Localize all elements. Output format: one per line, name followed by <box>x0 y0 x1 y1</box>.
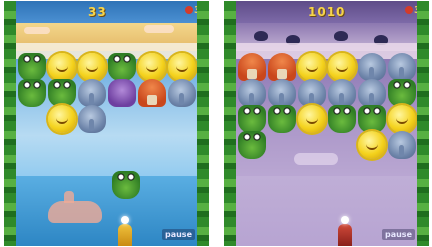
mush-bubble <box>238 53 266 81</box>
vine-left-border <box>4 1 16 246</box>
pause-button[interactable]: pause <box>381 229 415 240</box>
ele-bubble <box>358 79 386 107</box>
sun-bubble <box>388 105 416 133</box>
ele-bubble <box>328 79 356 107</box>
sun-bubble <box>78 53 106 81</box>
heart-icon <box>405 6 414 14</box>
sun-bubble <box>168 53 196 81</box>
submarine-decoration <box>48 191 102 223</box>
ele-bubble <box>358 53 386 81</box>
cloud-decoration <box>24 27 50 34</box>
sun-bubble <box>138 53 166 81</box>
purp-bubble <box>108 79 136 107</box>
hud-bar: 1010 3 <box>224 1 429 23</box>
ele-bubble <box>78 105 106 133</box>
ele-bubble <box>268 79 296 107</box>
vine-left-border <box>224 1 236 246</box>
vine-right-border <box>197 1 209 246</box>
aim-dot-icon <box>341 216 349 224</box>
game-screen-left[interactable]: 33 3 pause <box>4 1 209 246</box>
frog-bubble <box>18 53 46 81</box>
ele-bubble <box>168 79 196 107</box>
aim-reticle[interactable] <box>118 213 132 227</box>
game-screen-right[interactable]: 1010 3 pause <box>224 1 429 246</box>
frog-bubble <box>268 105 296 133</box>
frog-bubble <box>328 105 356 133</box>
sun-bubble <box>48 53 76 81</box>
heart-icon <box>185 6 194 14</box>
frog-bubble <box>388 79 416 107</box>
frog-bubble <box>108 53 136 81</box>
rock-decoration <box>334 31 348 41</box>
next-piece <box>112 171 140 199</box>
sun-bubble <box>328 53 356 81</box>
rock-decoration <box>254 31 268 41</box>
frog-bubble <box>358 105 386 133</box>
frog-bubble <box>238 131 266 159</box>
frog-bubble <box>238 105 266 133</box>
sun-bubble <box>298 105 326 133</box>
vine-right-border <box>417 1 429 246</box>
mush-bubble <box>138 79 166 107</box>
aim-reticle[interactable] <box>338 213 352 227</box>
launcher[interactable] <box>118 224 132 246</box>
mush-bubble <box>268 53 296 81</box>
sun-bubble <box>48 105 76 133</box>
frog-bubble <box>48 79 76 107</box>
pause-button[interactable]: pause <box>161 229 195 240</box>
ele-bubble <box>238 79 266 107</box>
ele-bubble <box>388 131 416 159</box>
cloud-decoration <box>144 25 174 33</box>
aim-dot-icon <box>121 216 129 224</box>
ele-bubble <box>78 79 106 107</box>
ele-bubble <box>298 79 326 107</box>
bird-decoration <box>294 153 338 165</box>
hud-bar: 33 3 <box>4 1 209 23</box>
launcher[interactable] <box>338 224 352 246</box>
ele-bubble <box>388 53 416 81</box>
frog-bubble <box>18 79 46 107</box>
sun-bubble <box>298 53 326 81</box>
score-display: 1010 <box>308 5 346 19</box>
score-display: 33 <box>88 5 107 19</box>
sun-bubble <box>358 131 386 159</box>
